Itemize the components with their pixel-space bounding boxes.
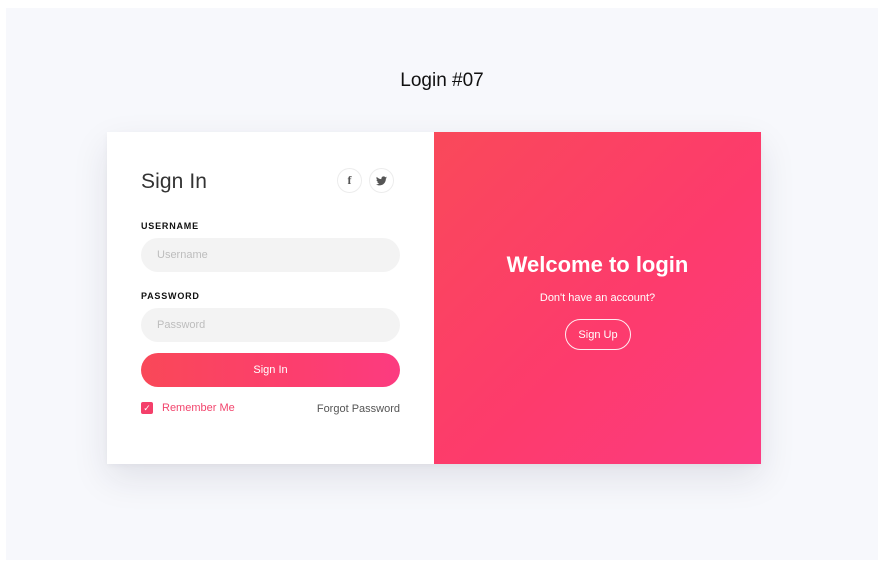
page-title: Login #07 — [400, 70, 484, 91]
password-input[interactable] — [141, 308, 400, 342]
checkbox-checked-icon: ✓ — [141, 402, 153, 414]
page-background: Login #07 Sign In f USERNAME PASSWORD Si… — [6, 8, 878, 560]
forgot-password-link[interactable]: Forgot Password — [317, 403, 400, 415]
twitter-icon[interactable] — [369, 168, 394, 193]
welcome-title: Welcome to login — [506, 252, 689, 277]
username-input[interactable] — [141, 238, 400, 272]
facebook-icon[interactable]: f — [337, 168, 362, 193]
twitter-glyph — [376, 175, 387, 185]
sign-in-heading: Sign In — [141, 170, 208, 193]
sign-up-button[interactable]: Sign Up — [565, 319, 631, 350]
username-label: USERNAME — [141, 221, 199, 231]
welcome-panel: Welcome to login Don't have an account? … — [434, 132, 761, 464]
login-card: Sign In f USERNAME PASSWORD Sign In ✓ Re… — [107, 132, 761, 464]
password-label: PASSWORD — [141, 291, 200, 301]
facebook-glyph: f — [347, 173, 352, 187]
remember-me-label: Remember Me — [162, 402, 235, 414]
sign-in-button[interactable]: Sign In — [141, 353, 400, 387]
no-account-text: Don't have an account? — [539, 292, 656, 304]
sign-in-panel: Sign In f USERNAME PASSWORD Sign In ✓ Re… — [107, 132, 434, 464]
remember-me-checkbox[interactable]: ✓ Remember Me — [141, 402, 235, 414]
